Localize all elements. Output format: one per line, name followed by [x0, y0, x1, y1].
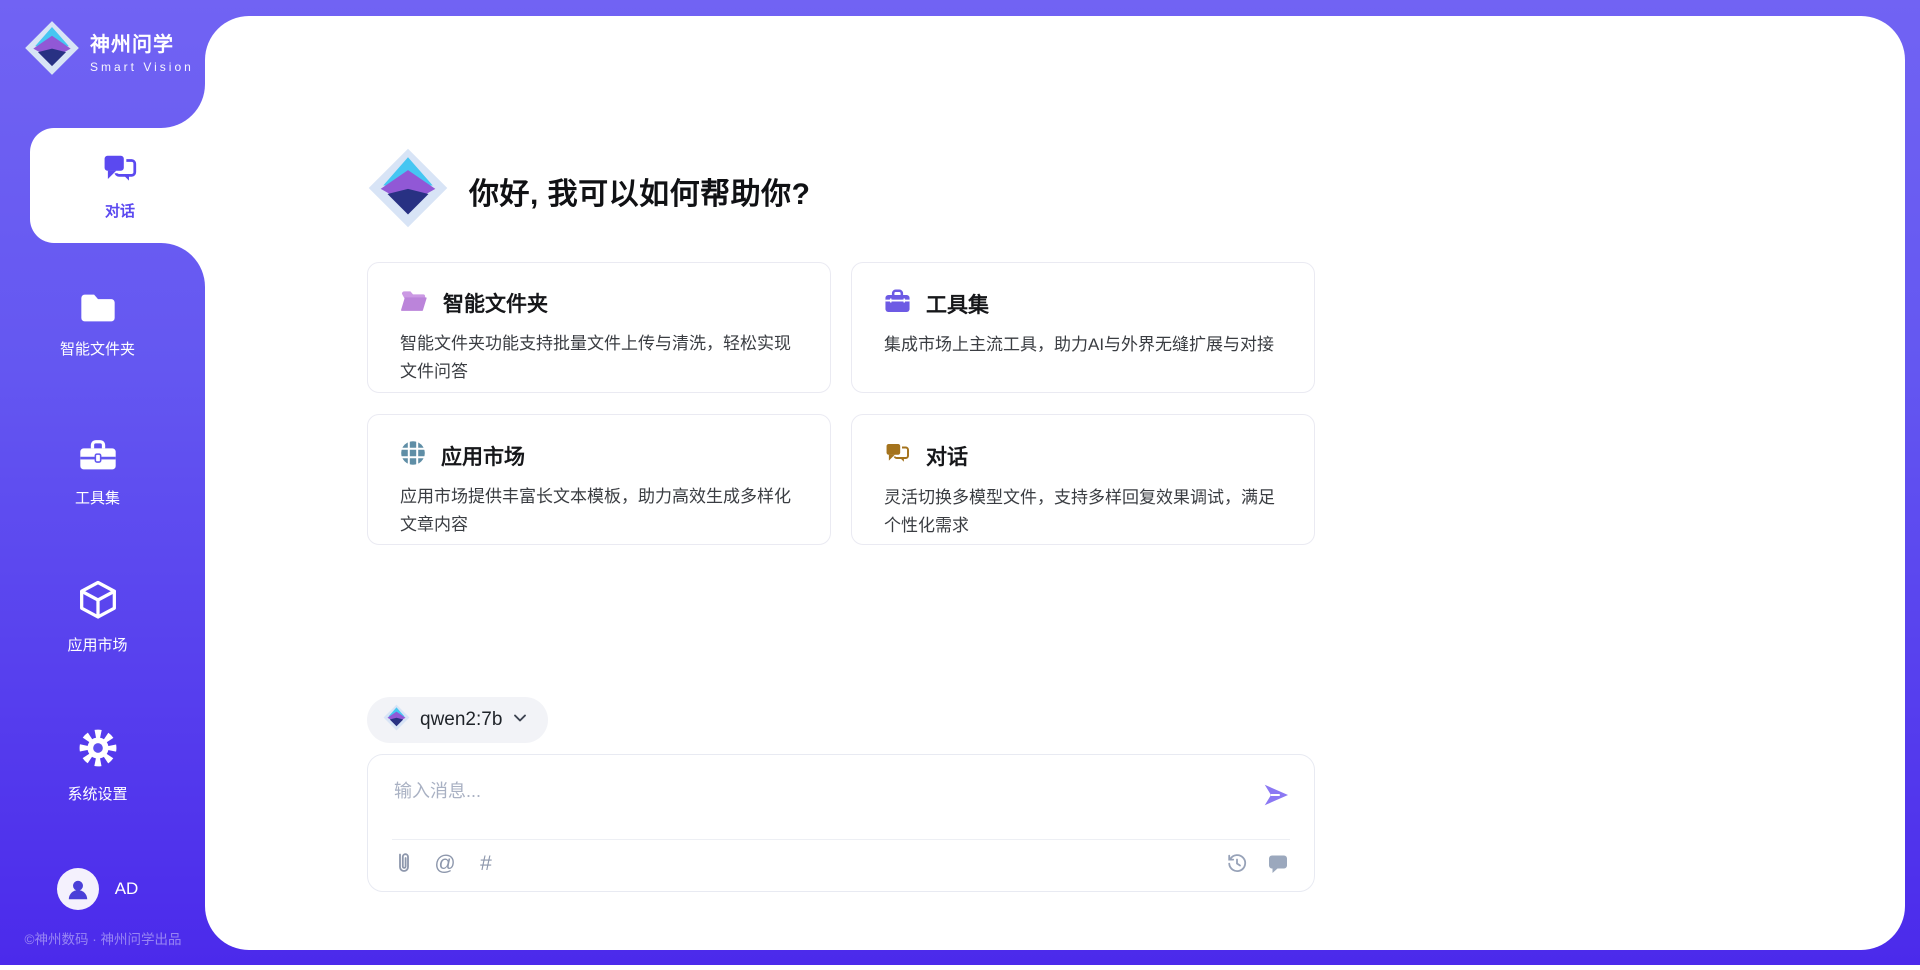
brand-subtitle: Smart Vision: [90, 60, 194, 74]
folder-icon: [78, 291, 118, 330]
send-icon[interactable]: [1260, 779, 1292, 811]
card-description: 灵活切换多模型文件，支持多样回复效果调试，满足个性化需求: [884, 484, 1286, 539]
card-chat[interactable]: 对话 灵活切换多模型文件，支持多样回复效果调试，满足个性化需求: [851, 414, 1315, 545]
model-selector[interactable]: qwen2:7b: [367, 697, 548, 743]
card-toolset[interactable]: 工具集 集成市场上主流工具，助力AI与外界无缝扩展与对接: [851, 262, 1315, 393]
card-title: 对话: [926, 441, 968, 471]
cube-icon: [77, 579, 119, 626]
card-smart-folder[interactable]: 智能文件夹 智能文件夹功能支持批量文件上传与清洗，轻松实现文件问答: [367, 262, 831, 393]
sidebar-item-label: 系统设置: [67, 783, 127, 804]
brand: 神州问学 Smart Vision: [24, 20, 194, 81]
model-name: qwen2:7b: [420, 709, 502, 731]
folder-open-icon: [400, 289, 428, 318]
attachment-icon[interactable]: [392, 851, 416, 875]
briefcase-icon: [77, 436, 119, 479]
card-description: 智能文件夹功能支持批量文件上传与清洗，轻松实现文件问答: [400, 330, 802, 385]
divider: [392, 839, 1290, 840]
chat-bubbles-icon: [884, 440, 911, 472]
card-title: 工具集: [926, 289, 989, 319]
sidebar-item-label: 智能文件夹: [60, 338, 135, 359]
sidebar-item-settings[interactable]: 系统设置: [0, 726, 195, 804]
sidebar-item-label: 应用市场: [67, 634, 127, 655]
user-name: AD: [115, 879, 139, 899]
chat-bubbles-icon: [101, 150, 139, 193]
briefcase-icon: [884, 288, 911, 319]
composer: qwen2:7b: [367, 697, 1315, 892]
feature-cards: 智能文件夹 智能文件夹功能支持批量文件上传与清洗，轻松实现文件问答: [367, 262, 1315, 545]
mention-icon[interactable]: @: [433, 851, 457, 875]
sidebar-item-label: 对话: [105, 200, 135, 221]
sidebar-footer-text: ©神州数码 · 神州问学出品: [8, 928, 198, 948]
brand-logo-icon: [24, 20, 80, 81]
grid-pie-icon: [400, 440, 426, 471]
main-content: 你好, 我可以如何帮助你? 智能文件夹 智能文件夹功能支持批量文件上传与清洗，轻…: [367, 147, 1315, 545]
card-description: 集成市场上主流工具，助力AI与外界无缝扩展与对接: [884, 331, 1286, 359]
user-account[interactable]: AD: [0, 868, 195, 910]
sidebar-item-chat[interactable]: 对话: [30, 128, 210, 243]
hashtag-icon[interactable]: #: [474, 851, 498, 875]
history-icon[interactable]: [1225, 851, 1249, 875]
sidebar-item-toolset[interactable]: 工具集: [0, 436, 195, 508]
brand-name: 神州问学: [90, 28, 194, 57]
card-title: 应用市场: [441, 441, 525, 471]
card-title: 智能文件夹: [443, 288, 548, 318]
greeting: 你好, 我可以如何帮助你?: [367, 147, 1315, 234]
sidebar: 神州问学 Smart Vision 对话 智: [0, 0, 205, 965]
card-app-market[interactable]: 应用市场 应用市场提供丰富长文本模板，助力高效生成多样化文章内容: [367, 414, 831, 545]
avatar: [57, 868, 99, 910]
app-window: 神州问学 Smart Vision 对话 智: [0, 0, 1920, 970]
sidebar-item-smart-folder[interactable]: 智能文件夹: [0, 291, 195, 359]
message-input-card: @ #: [367, 754, 1315, 892]
greeting-text: 你好, 我可以如何帮助你?: [469, 169, 811, 213]
message-input[interactable]: [394, 773, 1194, 809]
card-description: 应用市场提供丰富长文本模板，助力高效生成多样化文章内容: [400, 483, 802, 538]
chevron-down-icon: [512, 710, 528, 731]
gear-icon: [76, 726, 120, 775]
sidebar-item-app-market[interactable]: 应用市场: [0, 579, 195, 655]
model-logo-icon: [383, 704, 410, 736]
assistant-logo-icon: [367, 147, 449, 234]
chat-bubble-icon[interactable]: [1266, 851, 1290, 875]
sidebar-item-label: 工具集: [75, 487, 120, 508]
